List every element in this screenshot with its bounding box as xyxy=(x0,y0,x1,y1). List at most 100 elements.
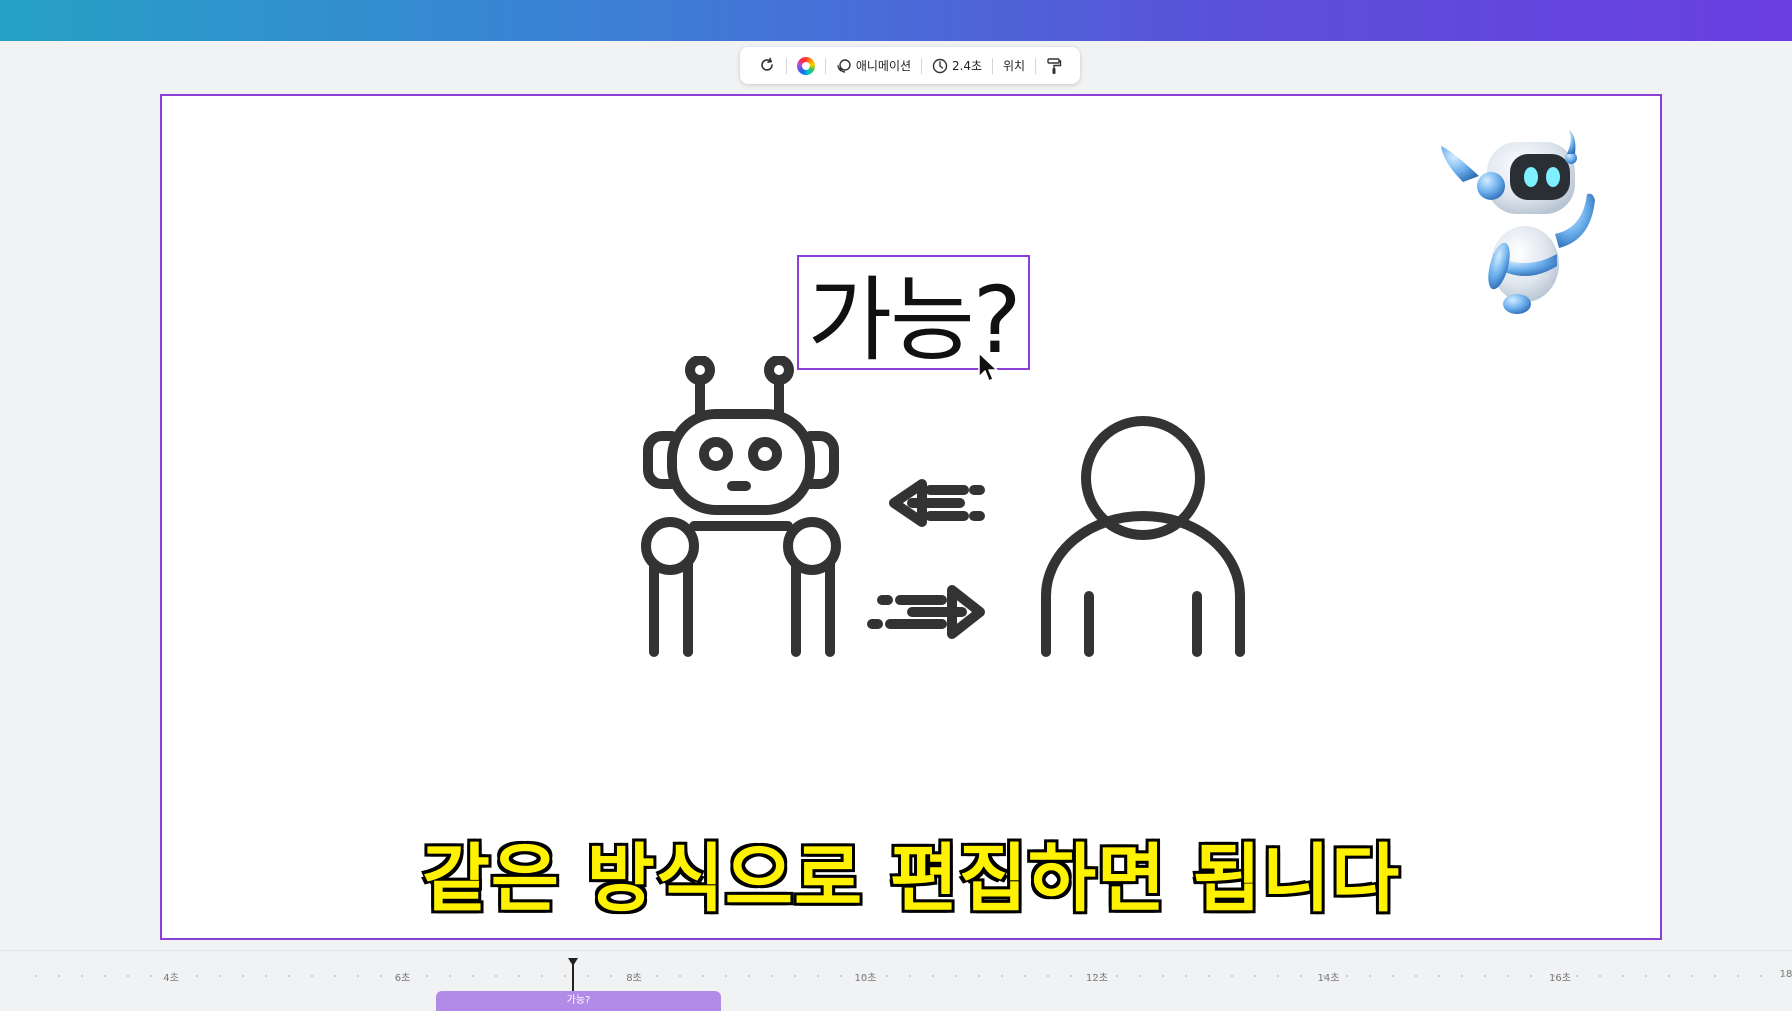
robot-human-exchange-illustration[interactable] xyxy=(612,356,1362,676)
ruler-tick-dot xyxy=(656,975,658,977)
ruler-tick-dot xyxy=(1093,975,1095,977)
ruler-tick-dot xyxy=(909,975,911,977)
ruler-tick-dot xyxy=(380,975,382,977)
ruler-tick-dot xyxy=(426,975,428,977)
ruler-tick-dot xyxy=(127,975,129,977)
ruler-tick-dot xyxy=(150,975,152,977)
ruler-tick-dot xyxy=(955,975,957,977)
duration-label: 2.4초 xyxy=(951,59,983,73)
timeline-clip[interactable]: 가능? xyxy=(436,991,721,1011)
ruler-tick-dot xyxy=(1576,975,1578,977)
ruler-tick-dot xyxy=(334,975,336,977)
ruler-tick-dot xyxy=(702,975,704,977)
color-button[interactable] xyxy=(787,47,825,84)
timeline-ruler[interactable]: 4초 6초 8초 10초 12초 14초 16초 18 가능? xyxy=(0,950,1792,1011)
ruler-tick-dot xyxy=(196,975,198,977)
animation-icon xyxy=(837,58,851,73)
ruler-tick-dot xyxy=(1300,975,1302,977)
ruler-tick-dot xyxy=(288,975,290,977)
ruler-tick-dot xyxy=(863,975,865,977)
design-canvas[interactable]: 가능? 같은 방식으로 편집하면 됩니다 xyxy=(160,94,1662,940)
ruler-tick-dot xyxy=(679,975,681,977)
ruler-tick-dot xyxy=(58,975,60,977)
ruler-tick-dot xyxy=(311,975,313,977)
ruler-tick-dot xyxy=(748,975,750,977)
ruler-tick-dot xyxy=(219,975,221,977)
ruler-tick-dot xyxy=(1783,975,1785,977)
ruler-tick-dot xyxy=(1415,975,1417,977)
ruler-tick-dot xyxy=(1116,975,1118,977)
ruler-tick-dot xyxy=(173,975,175,977)
ruler-tick-dot xyxy=(564,975,566,977)
ruler-tick-dot xyxy=(886,975,888,977)
ruler-tick-dot xyxy=(1668,975,1670,977)
clock-icon xyxy=(932,58,948,73)
ruler-tick-dot xyxy=(1139,975,1141,977)
ruler-tick-dot xyxy=(1645,975,1647,977)
ruler-tick-dot xyxy=(403,975,405,977)
ruler-tick-dot xyxy=(1553,975,1555,977)
ruler-tick-dot xyxy=(242,975,244,977)
ruler-tick-dot xyxy=(1714,975,1716,977)
ruler-tick-dot xyxy=(978,975,980,977)
ruler-tick-dot xyxy=(495,975,497,977)
ruler-tick-dot xyxy=(1392,975,1394,977)
ruler-tick-dot xyxy=(518,975,520,977)
ruler-tick-dot xyxy=(610,975,612,977)
duration-button[interactable]: 2.4초 xyxy=(922,47,992,84)
ruler-tick-dot xyxy=(1507,975,1509,977)
position-button[interactable]: 위치 xyxy=(993,47,1035,84)
caption-subtitle: 같은 방식으로 편집하면 됩니다 xyxy=(420,835,1401,924)
ruler-tick-dot xyxy=(1599,975,1601,977)
ruler-tick-dot xyxy=(1691,975,1693,977)
ruler-tick-dot xyxy=(725,975,727,977)
ruler-tick-dot xyxy=(1254,975,1256,977)
ruler-tick-dot xyxy=(840,975,842,977)
animation-button[interactable]: 애니메이션 xyxy=(826,47,921,84)
position-label: 위치 xyxy=(1003,59,1026,73)
ruler-tick-dot xyxy=(1530,975,1532,977)
ruler-tick-dot xyxy=(1484,975,1486,977)
ruler-tick-dot xyxy=(1438,975,1440,977)
ruler-tick-dot xyxy=(1047,975,1049,977)
ruler-tick-dot xyxy=(1070,975,1072,977)
ruler-tick-dot xyxy=(265,975,267,977)
element-toolbar: 애니메이션 2.4초 위치 xyxy=(740,47,1080,84)
ruler-tick-dot xyxy=(541,975,543,977)
ruler-tick-label: 10초 xyxy=(854,973,877,984)
ruler-tick-dot xyxy=(633,975,635,977)
ruler-tick-dot xyxy=(1346,975,1348,977)
ruler-tick-dot xyxy=(357,975,359,977)
ruler-tick-dot xyxy=(449,975,451,977)
copy-style-button[interactable] xyxy=(1036,47,1072,84)
ruler-tick-dot xyxy=(932,975,934,977)
animation-label: 애니메이션 xyxy=(855,59,912,73)
robot-head xyxy=(667,409,815,515)
ruler-tick-dot xyxy=(1185,975,1187,977)
ruler-tick-dot xyxy=(817,975,819,977)
ruler-tick-label: 4초 xyxy=(163,973,179,984)
ruler-tick-dot xyxy=(587,975,589,977)
ruler-tick-dot xyxy=(1461,975,1463,977)
ruler-tick-dot xyxy=(35,975,37,977)
ruler-tick-dot xyxy=(472,975,474,977)
replace-button[interactable] xyxy=(748,47,786,84)
robot-mascot-image[interactable] xyxy=(1427,114,1627,314)
ruler-tick-dot xyxy=(1231,975,1233,977)
editor-header-bar xyxy=(0,0,1792,41)
ruler-tick-dot xyxy=(1737,975,1739,977)
ruler-tick-dot xyxy=(794,975,796,977)
mouse-pointer-icon xyxy=(978,352,998,382)
color-wheel-icon xyxy=(796,56,815,75)
ruler-tick-dot xyxy=(81,975,83,977)
refresh-icon xyxy=(761,57,773,71)
ruler-tick-label: 18 xyxy=(1779,969,1792,980)
ruler-tick-dot xyxy=(1369,975,1371,977)
ruler-tick-dot xyxy=(1323,975,1325,977)
ruler-tick-dot xyxy=(1277,975,1279,977)
ruler-tick-dot xyxy=(1760,975,1762,977)
ruler-tick-dot xyxy=(104,975,106,977)
ruler-tick-dot xyxy=(1622,975,1624,977)
ruler-tick-dot xyxy=(771,975,773,977)
ruler-tick-label: 14초 xyxy=(1317,973,1340,984)
